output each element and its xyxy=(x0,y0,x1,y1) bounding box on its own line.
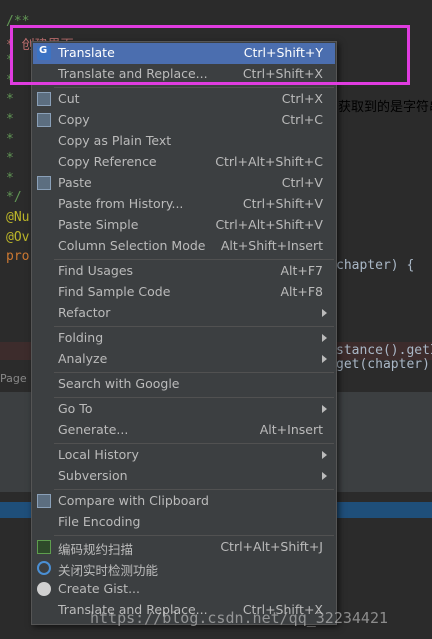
annotation-highlight-box xyxy=(10,25,410,85)
code-line: * xyxy=(6,92,14,108)
copy-icon xyxy=(37,113,51,127)
menu-item-label: Column Selection Mode xyxy=(58,238,206,253)
menu-item-label: Subversion xyxy=(58,468,128,483)
menu-item[interactable]: Cut Ctrl+X xyxy=(33,89,335,110)
menu-item-label: File Encoding xyxy=(58,514,141,529)
menu-item[interactable]: Paste Simple Ctrl+Alt+Shift+V xyxy=(33,215,335,236)
code-line: * xyxy=(6,170,14,186)
menu-item-label: Generate... xyxy=(58,422,129,437)
watermark-text: https://blog.csdn.net/qq_32234421 xyxy=(90,609,389,627)
menu-item[interactable]: File Encoding xyxy=(33,512,335,533)
panel-tab-label[interactable]: Page xyxy=(0,372,27,385)
menu-separator xyxy=(54,443,334,444)
editor-context-menu: TranslateCtrl+Shift+YTranslate and Repla… xyxy=(31,41,337,625)
menu-item-shortcut: Ctrl+Alt+Shift+J xyxy=(220,539,323,554)
menu-item-label: 关闭实时检测功能 xyxy=(58,563,159,578)
menu-item-shortcut: Ctrl+Alt+Shift+V xyxy=(215,217,323,232)
menu-item-shortcut: Ctrl+Alt+Shift+C xyxy=(215,154,323,169)
menu-item[interactable]: Copy Ctrl+C xyxy=(33,110,335,131)
menu-item[interactable]: 关闭实时检测功能 xyxy=(33,558,335,579)
menu-item[interactable]: Find Sample Code Alt+F8 xyxy=(33,282,335,303)
code-line: * xyxy=(6,131,14,147)
menu-separator xyxy=(54,489,334,490)
menu-item-label: Cut xyxy=(58,91,80,106)
menu-item[interactable]: 编码规约扫描 Ctrl+Alt+Shift+J xyxy=(33,537,335,558)
code-fragment-4: get(chapter) xyxy=(336,357,430,372)
menu-separator xyxy=(54,326,334,327)
menu-item[interactable]: Compare with Clipboard xyxy=(33,491,335,512)
menu-item-label: Paste Simple xyxy=(58,217,139,232)
menu-item-label: Copy Reference xyxy=(58,154,157,169)
code-fragment-1: 获取到的是字符串 xyxy=(338,100,432,115)
code-fragment-3: stance().getI xyxy=(336,343,432,358)
menu-item-label: Refactor xyxy=(58,305,111,320)
menu-item[interactable]: Find Usages Alt+F7 xyxy=(33,261,335,282)
scan-icon xyxy=(37,540,51,554)
menu-item-label: Search with Google xyxy=(58,376,180,391)
menu-item[interactable]: Refactor xyxy=(33,303,335,324)
code-line: */ xyxy=(6,190,22,206)
disable-icon xyxy=(37,561,51,575)
menu-item-label: Copy xyxy=(58,112,90,127)
compare-icon xyxy=(37,494,51,508)
menu-item-label: Copy as Plain Text xyxy=(58,133,172,148)
menu-item[interactable]: Local History xyxy=(33,445,335,466)
submenu-arrow-icon xyxy=(322,451,327,459)
submenu-arrow-icon xyxy=(322,334,327,342)
code-line: * xyxy=(6,112,14,127)
menu-item-label: Folding xyxy=(58,330,104,345)
github-icon xyxy=(37,582,51,596)
menu-item[interactable]: Analyze xyxy=(33,349,335,370)
menu-item-shortcut: Alt+Shift+Insert xyxy=(220,238,323,253)
scissors-icon xyxy=(37,92,51,106)
menu-item-shortcut: Ctrl+Shift+V xyxy=(242,196,323,211)
menu-item[interactable]: Paste Ctrl+V xyxy=(33,173,335,194)
menu-item-label: Go To xyxy=(58,401,93,416)
menu-separator xyxy=(54,259,334,260)
menu-item-shortcut: Alt+F8 xyxy=(280,284,323,299)
menu-item[interactable]: Copy Reference Ctrl+Alt+Shift+C xyxy=(33,152,335,173)
menu-item[interactable]: Copy as Plain Text xyxy=(33,131,335,152)
paste-icon xyxy=(37,176,51,190)
menu-item-shortcut: Ctrl+V xyxy=(281,175,323,190)
menu-item-label: Compare with Clipboard xyxy=(58,493,209,508)
code-fragment-2: chapter) { xyxy=(336,258,415,273)
menu-item-label: Local History xyxy=(58,447,139,462)
menu-separator xyxy=(54,372,334,373)
code-line: @Ov xyxy=(6,229,30,245)
menu-item-label: Create Gist... xyxy=(58,581,141,596)
submenu-arrow-icon xyxy=(322,472,327,480)
menu-item-label: Paste xyxy=(58,175,92,190)
menu-item[interactable]: Search with Google xyxy=(33,374,335,395)
menu-item-label: Find Sample Code xyxy=(58,284,171,299)
submenu-arrow-icon xyxy=(322,309,327,317)
menu-item[interactable]: Paste from History... Ctrl+Shift+V xyxy=(33,194,335,215)
menu-item-label: 编码规约扫描 xyxy=(58,542,134,557)
menu-separator xyxy=(54,87,334,88)
menu-item[interactable]: Create Gist... xyxy=(33,579,335,600)
menu-item[interactable]: Subversion xyxy=(33,466,335,487)
menu-item[interactable]: Generate... Alt+Insert xyxy=(33,420,335,441)
menu-item-shortcut: Ctrl+X xyxy=(281,91,323,106)
menu-item-shortcut: Ctrl+C xyxy=(281,112,323,127)
menu-item-label: Analyze xyxy=(58,351,108,366)
menu-separator xyxy=(54,397,334,398)
menu-item[interactable]: Go To xyxy=(33,399,335,420)
submenu-arrow-icon xyxy=(322,405,327,413)
menu-item-label: Find Usages xyxy=(58,263,134,278)
code-line: @Nu xyxy=(6,210,30,225)
code-line: * xyxy=(6,151,14,167)
menu-item[interactable]: Folding xyxy=(33,328,335,349)
menu-separator xyxy=(54,535,334,536)
menu-item[interactable]: Column Selection Mode Alt+Shift+Insert xyxy=(33,236,335,257)
menu-item-label: Paste from History... xyxy=(58,196,184,211)
menu-item-shortcut: Alt+F7 xyxy=(280,263,323,278)
menu-item-shortcut: Alt+Insert xyxy=(259,422,323,437)
submenu-arrow-icon xyxy=(322,355,327,363)
code-line: pro xyxy=(6,249,30,265)
